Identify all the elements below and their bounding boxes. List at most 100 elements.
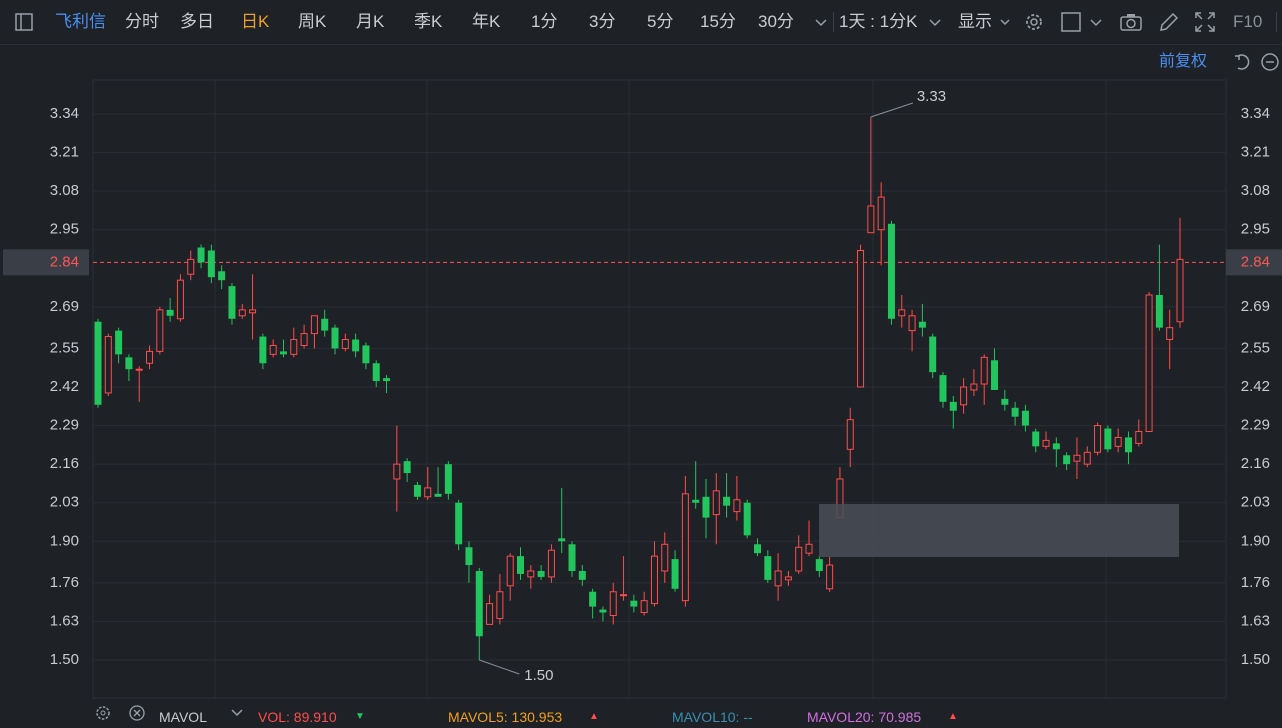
candle <box>527 565 535 589</box>
candle-body <box>650 555 658 605</box>
candle-body <box>929 336 937 373</box>
gear-icon[interactable] <box>94 704 112 728</box>
candle-body <box>1145 294 1153 433</box>
candle-body <box>702 496 710 518</box>
candle-body <box>1052 443 1060 450</box>
candle-body <box>465 547 473 566</box>
candle-body <box>558 538 566 542</box>
y-tick-label-right: 2.69 <box>1241 298 1270 315</box>
y-tick-label-left: 2.55 <box>50 339 79 356</box>
candle <box>692 461 700 509</box>
y-tick-label-right: 1.76 <box>1241 574 1270 591</box>
candle <box>712 473 720 545</box>
candle <box>1021 404 1029 432</box>
indicator-name[interactable]: MAVOL <box>159 706 207 728</box>
candle <box>321 309 329 337</box>
candle-body <box>980 356 988 385</box>
y-tick-label-right: 3.34 <box>1241 105 1270 122</box>
candle-body <box>630 600 638 607</box>
candle-body <box>1114 436 1122 447</box>
candle <box>939 372 947 408</box>
candle <box>146 345 154 370</box>
candle <box>733 476 741 521</box>
y-tick-label-left: 1.50 <box>50 651 79 668</box>
candle-body <box>877 196 885 231</box>
candle <box>176 274 184 322</box>
candle <box>970 369 978 396</box>
candle-body <box>259 336 267 364</box>
candle <box>671 550 679 592</box>
candle <box>403 458 411 482</box>
candle <box>372 360 380 387</box>
mavol10-value: MAVOL10: -- <box>672 709 753 725</box>
candle <box>496 573 504 625</box>
candle <box>455 499 463 551</box>
candle-body <box>867 205 875 234</box>
candle-body <box>310 315 318 335</box>
candle <box>723 473 731 518</box>
candle-body <box>795 546 803 572</box>
candle <box>1155 244 1163 331</box>
candle-body <box>1166 327 1174 341</box>
candle <box>352 333 360 358</box>
candle <box>640 591 648 616</box>
candle-body <box>125 357 133 370</box>
chevron-down-icon[interactable] <box>229 704 245 726</box>
candle <box>362 342 370 370</box>
candle <box>887 220 895 325</box>
candle <box>166 297 174 322</box>
candle-body <box>537 570 545 577</box>
candle <box>434 467 442 497</box>
candle-body <box>321 318 329 331</box>
candle-body <box>516 556 524 574</box>
candle-body <box>908 315 916 332</box>
candle-body <box>1011 407 1019 417</box>
candle <box>743 499 751 539</box>
y-tick-label-left: 2.03 <box>50 494 79 511</box>
candle-body <box>692 499 700 503</box>
candle-body <box>898 309 906 317</box>
candle-body <box>1021 410 1029 426</box>
candle-body <box>383 378 391 382</box>
y-tick-label-left: 2.84 <box>50 253 79 270</box>
candle <box>290 327 298 358</box>
candle <box>898 295 906 328</box>
candle-body <box>1073 454 1081 462</box>
y-tick-label-right: 2.16 <box>1241 455 1270 472</box>
candle <box>991 348 999 390</box>
close-icon[interactable] <box>128 704 146 728</box>
candle-body <box>991 360 999 390</box>
candle-body <box>115 330 123 355</box>
candle <box>156 306 164 355</box>
candle <box>1073 437 1081 479</box>
y-tick-label-right: 1.63 <box>1241 612 1270 629</box>
candle <box>1063 452 1071 471</box>
candle <box>1052 437 1060 468</box>
low-pointer-line <box>479 659 520 675</box>
candle-body <box>94 321 102 405</box>
candle <box>228 283 236 325</box>
y-tick-label-right: 2.42 <box>1241 378 1270 395</box>
y-tick-label-left: 3.34 <box>50 105 79 122</box>
candle-body <box>1135 431 1143 444</box>
candle-body <box>197 247 205 263</box>
candle <box>218 265 226 290</box>
candle-body <box>300 333 308 346</box>
candle <box>568 541 576 577</box>
candle <box>815 556 823 577</box>
candle <box>826 556 834 592</box>
candle-body <box>104 336 112 394</box>
mavol20-value: MAVOL20: 70.985 <box>807 709 922 725</box>
candle-body <box>1032 431 1040 447</box>
candle <box>1176 217 1184 328</box>
candle <box>857 244 865 388</box>
candle <box>1114 428 1122 453</box>
candle-body <box>475 570 483 637</box>
candle-body <box>764 556 772 580</box>
candle <box>661 532 669 583</box>
candle <box>960 378 968 414</box>
candle-body <box>970 383 978 391</box>
candle-body <box>1124 437 1132 453</box>
candle-body <box>496 591 504 619</box>
candlestick-chart[interactable]: 3.34 3.21 3.08 2.95 2.84 2.69 2.55 2.42 2.29 2.16… <box>0 0 1282 722</box>
